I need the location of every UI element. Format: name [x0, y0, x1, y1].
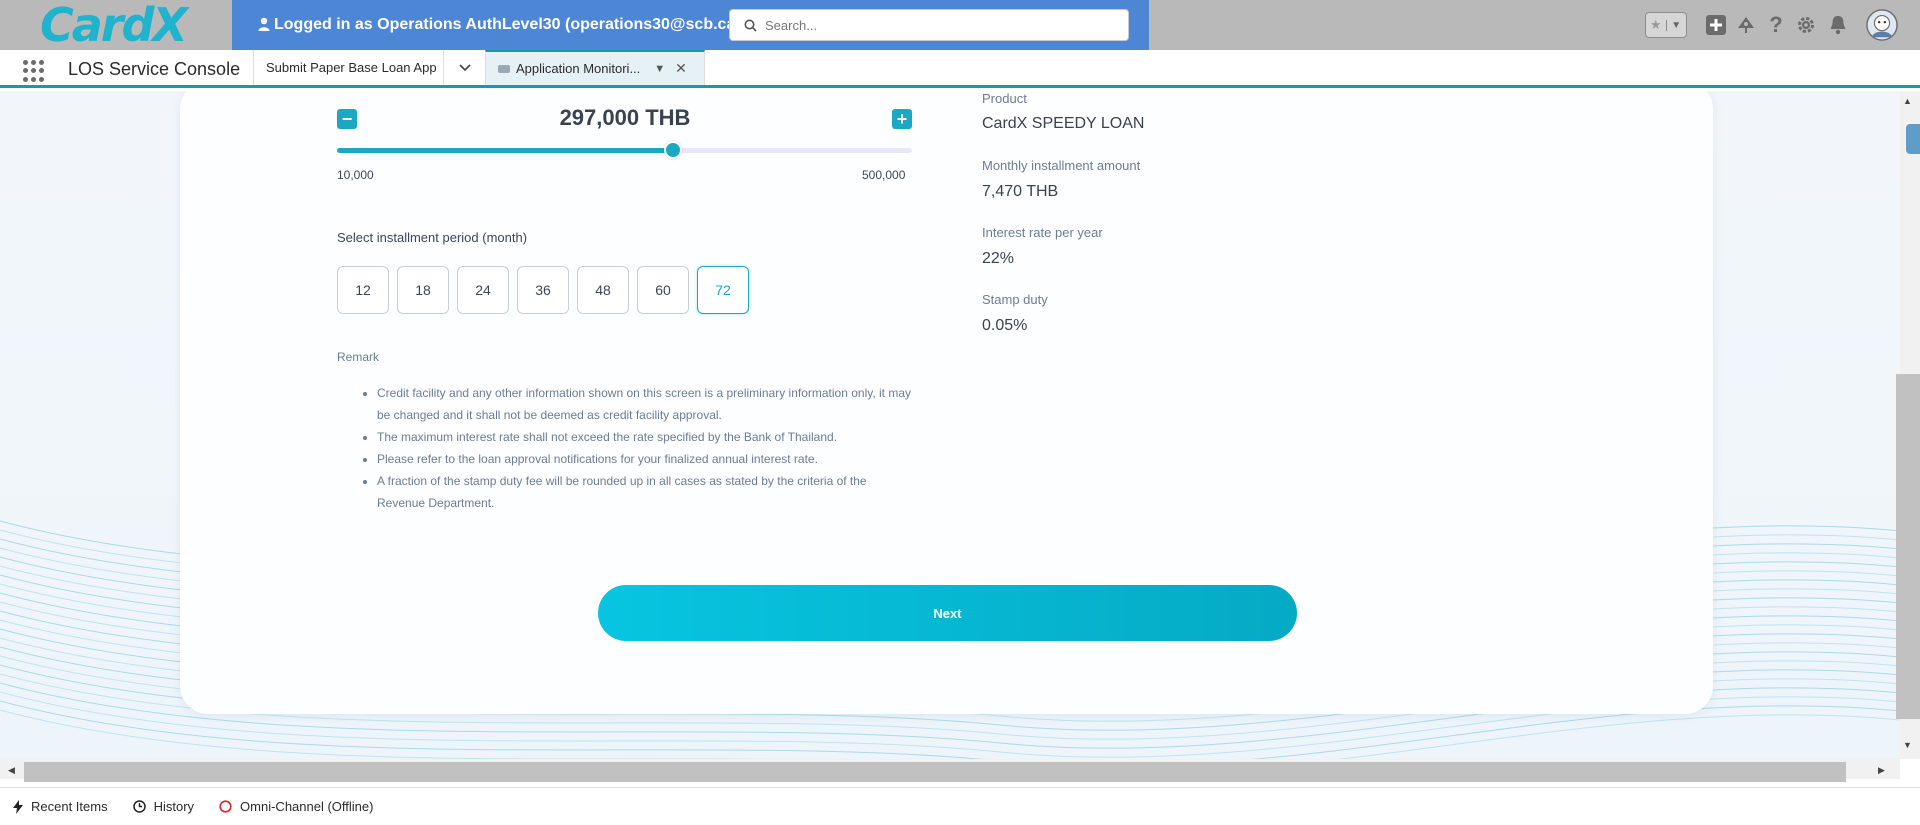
period-option-12[interactable]: 12: [337, 266, 389, 314]
loan-amount: 297,000 THB: [559, 105, 691, 130]
recent-items-label: Recent Items: [31, 799, 108, 814]
remark-item: Please refer to the loan approval notifi…: [377, 448, 917, 470]
chevron-down-icon[interactable]: ▼: [1665, 19, 1687, 31]
star-icon[interactable]: ★: [1646, 17, 1666, 33]
period-option-72[interactable]: 72: [697, 266, 749, 314]
console-navigation: LOS Service Console Submit Paper Base Lo…: [0, 50, 1920, 88]
period-option-36[interactable]: 36: [517, 266, 569, 314]
utility-bar: Recent Items History Omni-Channel (Offli…: [0, 787, 1920, 825]
setup-button[interactable]: [1793, 10, 1819, 40]
search-icon: [744, 19, 757, 32]
scroll-down-arrow-icon[interactable]: ▼: [1903, 740, 1912, 750]
chevron-down-icon[interactable]: ▼: [654, 63, 665, 75]
next-button[interactable]: Next: [598, 585, 1297, 641]
plus-icon: [1706, 15, 1726, 35]
slider-min-label: 10,000: [337, 168, 374, 182]
clock-icon: [132, 800, 146, 813]
remark-list: Credit facility and any other informatio…: [377, 382, 917, 514]
remark-item: The maximum interest rate shall not exce…: [377, 426, 917, 448]
omni-channel-label: Omni-Channel (Offline): [240, 799, 374, 814]
history-button[interactable]: History: [132, 799, 195, 814]
stamp-duty-value: 0.05%: [982, 317, 1028, 334]
gear-icon: [1798, 17, 1814, 33]
slider-fill: [337, 148, 674, 153]
remark-item: A fraction of the stamp duty fee will be…: [377, 470, 917, 514]
main-content: − 297,000 THB + 10,000 500,000 Select in…: [0, 91, 1900, 759]
tab-submit-paper-base-loan-app[interactable]: Submit Paper Base Loan App: [253, 50, 443, 85]
plus-icon: +: [896, 109, 908, 129]
side-panel-toggle[interactable]: [1906, 124, 1920, 154]
tab-application-monitoring[interactable]: Application Monitori... ▼ ✕: [485, 50, 705, 85]
period-option-48[interactable]: 48: [577, 266, 629, 314]
trailhead-icon: [1738, 17, 1754, 33]
vertical-scrollbar-thumb[interactable]: [1896, 374, 1920, 719]
product-value: CardX SPEEDY LOAN: [982, 115, 1145, 132]
period-option-24[interactable]: 24: [457, 266, 509, 314]
horizontal-scrollbar-thumb[interactable]: [24, 762, 1846, 782]
login-banner-text: Logged in as Operations AuthLevel30 (ope…: [274, 16, 765, 33]
lightning-icon: [13, 799, 23, 814]
trailhead-button[interactable]: [1733, 10, 1759, 40]
loan-amount-slider[interactable]: [337, 148, 912, 153]
interest-rate-label: Interest rate per year: [982, 225, 1103, 240]
notifications-button[interactable]: [1825, 10, 1851, 40]
cardx-logo[interactable]: CardX: [40, 2, 188, 48]
slider-max-label: 500,000: [862, 168, 906, 182]
search-input[interactable]: [765, 17, 1105, 33]
increase-amount-button[interactable]: +: [892, 109, 912, 129]
remark-item: Credit facility and any other informatio…: [377, 382, 917, 426]
help-icon: ?: [1769, 12, 1783, 37]
history-label: History: [153, 799, 195, 814]
global-search[interactable]: [729, 9, 1129, 41]
recent-items-button[interactable]: Recent Items: [13, 799, 108, 814]
navigation-menu-button[interactable]: [443, 50, 485, 85]
console-title: LOS Service Console: [68, 59, 241, 79]
stamp-duty-label: Stamp duty: [982, 292, 1048, 307]
minus-icon: −: [341, 109, 353, 129]
installment-period-label: Select installment period (month): [337, 230, 528, 245]
user-icon: [258, 17, 270, 31]
period-option-60[interactable]: 60: [637, 266, 689, 314]
omni-channel-button[interactable]: Omni-Channel (Offline): [219, 799, 373, 814]
remark-title: Remark: [337, 350, 380, 364]
offline-status-icon: [219, 800, 232, 813]
scroll-left-arrow-icon[interactable]: ◀: [8, 765, 15, 776]
bell-icon: [1830, 16, 1846, 35]
avatar-icon: [1866, 9, 1898, 41]
scroll-right-arrow-icon[interactable]: ▶: [1878, 765, 1885, 776]
period-option-18[interactable]: 18: [397, 266, 449, 314]
favorites-button[interactable]: ★ ▼: [1645, 12, 1687, 38]
tab-label: Submit Paper Base Loan App: [266, 60, 437, 75]
avatar[interactable]: [1866, 8, 1898, 42]
global-header: CardX Logged in as Operations AuthLevel3…: [0, 0, 1920, 50]
interest-rate-value: 22%: [982, 250, 1015, 267]
tab-object-icon: [498, 64, 510, 73]
product-label: Product: [982, 91, 1027, 106]
app-launcher-icon[interactable]: [23, 60, 45, 82]
installment-amount-value: 7,470 THB: [982, 183, 1059, 200]
chevron-down-icon: [458, 63, 471, 71]
global-actions-button[interactable]: [1703, 10, 1729, 40]
help-button[interactable]: ?: [1763, 10, 1789, 40]
decrease-amount-button[interactable]: −: [337, 109, 357, 129]
tab-label: Application Monitori...: [516, 61, 641, 76]
close-tab-icon[interactable]: ✕: [675, 60, 687, 77]
installment-amount-label: Monthly installment amount: [982, 158, 1141, 173]
scroll-up-arrow-icon[interactable]: ▲: [1903, 96, 1912, 106]
installment-period-options: 12 18 24 36 48 60 72: [337, 266, 749, 314]
